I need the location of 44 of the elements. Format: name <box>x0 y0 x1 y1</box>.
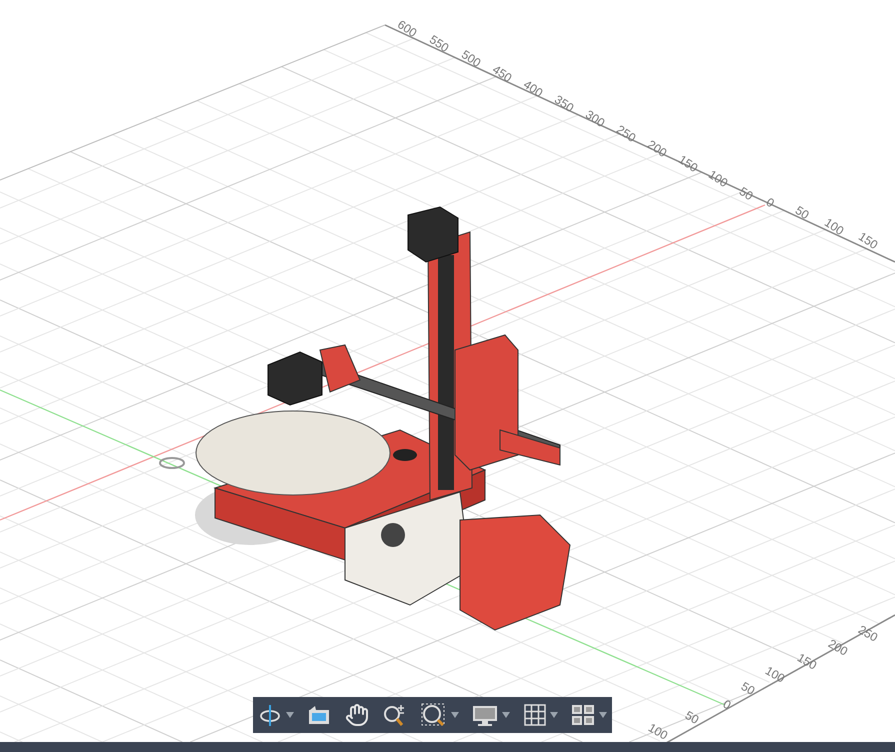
axis-label: 250 <box>614 122 638 145</box>
axis-label: 150 <box>676 152 700 175</box>
axis-label: 50 <box>792 203 812 222</box>
axis-label: 350 <box>552 92 576 115</box>
axis-label: 150 <box>794 650 820 673</box>
axis-label: 300 <box>582 107 608 130</box>
axis-label: 250 <box>856 622 880 645</box>
axis-label: 0 <box>720 696 734 712</box>
axis-label: 50 <box>738 679 758 698</box>
orbit-icon <box>258 703 282 727</box>
pan-button[interactable] <box>344 703 369 727</box>
axis-label: 600 <box>394 17 420 40</box>
fit-button[interactable] <box>421 703 448 727</box>
multiple-views-icon <box>570 704 595 726</box>
axis-label: 200 <box>826 636 850 659</box>
monitor-icon <box>472 703 498 727</box>
grid-icon <box>524 704 546 726</box>
axis-label: 0 <box>764 194 777 210</box>
axis-label: 50 <box>682 708 702 727</box>
axis-label: 200 <box>644 137 670 160</box>
axis-label: 100 <box>762 663 788 686</box>
caret-icon <box>451 712 460 718</box>
camera-screen-icon <box>307 704 332 726</box>
look-at-button[interactable] <box>307 704 332 726</box>
zoom-window-icon <box>421 703 448 727</box>
display-settings-button[interactable] <box>472 703 498 727</box>
axis-label: 450 <box>490 62 514 85</box>
grid-settings-button[interactable] <box>524 704 546 726</box>
axis-label: 100 <box>646 720 670 742</box>
caret-icon <box>598 712 607 718</box>
axis-label: 550 <box>426 32 452 55</box>
caret-icon <box>550 712 558 718</box>
axis-label: 100 <box>822 215 846 238</box>
viewports-button[interactable] <box>570 704 595 726</box>
origin-marker <box>159 457 185 469</box>
caret-icon <box>286 712 294 718</box>
axis-label: 50 <box>736 184 756 204</box>
axis-label: 150 <box>856 229 880 252</box>
axis-label: 100 <box>706 167 730 190</box>
caret-icon <box>502 712 510 718</box>
axis-label: 500 <box>458 47 484 70</box>
orbit-button[interactable] <box>258 703 282 727</box>
hand-icon <box>344 703 369 727</box>
axis-label: 400 <box>520 77 546 100</box>
